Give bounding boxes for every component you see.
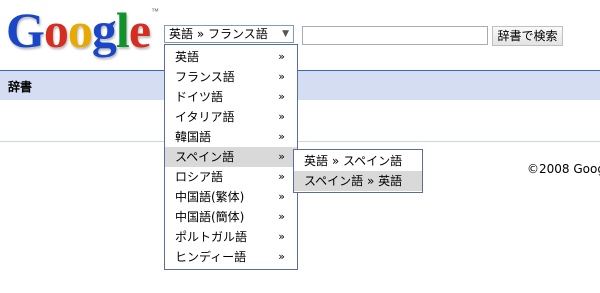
menu-item[interactable]: ポルトガル語 »: [165, 227, 297, 247]
dictionary-search-button[interactable]: 辞書で検索: [492, 26, 563, 46]
chevron-right-icon: »: [278, 230, 285, 243]
chevron-right-icon: »: [278, 190, 285, 203]
language-pair-select[interactable]: 英語 » フランス語 ▼: [164, 25, 294, 43]
menu-item[interactable]: ロシア語 »: [165, 167, 297, 187]
search-input[interactable]: [302, 26, 488, 45]
logo-letter: o: [43, 2, 69, 58]
menu-item[interactable]: ヒンディー語 »: [165, 247, 297, 267]
section-header-bar: 辞書: [0, 70, 600, 100]
logo-letter: o: [67, 2, 93, 58]
logo-letter: G: [6, 2, 45, 58]
dropdown-arrow-icon: ▼: [282, 29, 289, 39]
chevron-right-icon: »: [278, 250, 285, 263]
chevron-right-icon: »: [278, 70, 285, 83]
chevron-right-icon: »: [278, 150, 285, 163]
logo-letter: l: [115, 2, 130, 58]
menu-item[interactable]: フランス語 »: [165, 67, 297, 87]
google-logo[interactable]: Google™: [6, 2, 159, 58]
chevron-right-icon: »: [278, 210, 285, 223]
copyright-text: ©2008 Goog: [527, 162, 600, 176]
menu-item-label: 中国語(簡体): [175, 210, 245, 224]
language-dropdown-menu: 英語» フランス語» ドイツ語» イタリア語» 韓国語» スペイン語» ロシア語» 中国語(繁…: [164, 44, 298, 270]
menu-item[interactable]: スペイン語 »: [165, 147, 297, 167]
menu-item-label: 韓国語: [175, 130, 212, 144]
menu-item-label: ロシア語: [175, 170, 224, 184]
menu-item[interactable]: イタリア語 »: [165, 107, 297, 127]
trademark-mark: ™: [151, 7, 159, 16]
menu-item[interactable]: 中国語(繁体) »: [165, 187, 297, 207]
chevron-right-icon: »: [278, 170, 285, 183]
chevron-right-icon: »: [278, 90, 285, 103]
menu-item-label: イタリア語: [175, 110, 235, 124]
menu-item[interactable]: 韓国語 »: [165, 127, 297, 147]
menu-item-label: 英語: [175, 50, 200, 64]
menu-item[interactable]: 英語 »: [165, 47, 297, 67]
menu-item-label: ドイツ語: [175, 90, 224, 104]
logo-letter: g: [91, 2, 117, 58]
chevron-right-icon: »: [278, 50, 285, 63]
chevron-right-icon: »: [278, 110, 285, 123]
menu-item-label: 中国語(繁体): [175, 190, 245, 204]
language-pair-value: 英語 » フランス語: [169, 27, 268, 41]
submenu-item[interactable]: スペイン語 » 英語: [294, 171, 422, 191]
chevron-right-icon: »: [278, 130, 285, 143]
section-title: 辞書: [8, 80, 33, 94]
language-submenu: 英語 » スペイン語 スペイン語 » 英語: [293, 149, 423, 193]
menu-item-label: ポルトガル語: [175, 230, 248, 244]
menu-item[interactable]: 中国語(簡体) »: [165, 207, 297, 227]
logo-letter: e: [128, 2, 151, 58]
divider: [0, 141, 600, 142]
menu-item[interactable]: ドイツ語 »: [165, 87, 297, 107]
menu-item-label: フランス語: [175, 70, 235, 84]
menu-item-label: ヒンディー語: [175, 250, 247, 264]
menu-item-label: スペイン語: [175, 150, 235, 164]
submenu-item[interactable]: 英語 » スペイン語: [294, 151, 422, 171]
